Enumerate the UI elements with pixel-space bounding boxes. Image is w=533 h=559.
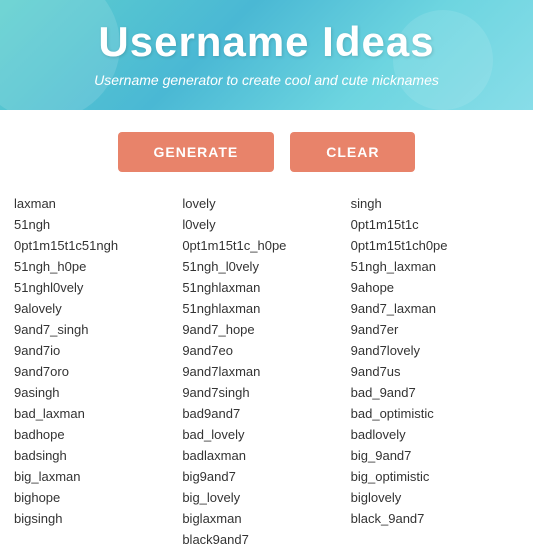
buttons-row: GENERATE CLEAR: [0, 110, 533, 190]
list-item[interactable]: 9and7eo: [182, 341, 350, 360]
list-item[interactable]: 9ahope: [351, 278, 519, 297]
list-item[interactable]: 9and7us: [351, 362, 519, 381]
list-item[interactable]: 9asingh: [14, 383, 182, 402]
list-item[interactable]: badlaxman: [182, 446, 350, 465]
list-item[interactable]: bad_laxman: [14, 404, 182, 423]
list-item[interactable]: bighope: [14, 488, 182, 507]
username-column-3: singh 0pt1m15t1c 0pt1m15t1ch0pe 51ngh_laxma…: [351, 194, 519, 549]
list-item[interactable]: big_9and7: [351, 446, 519, 465]
list-item[interactable]: bad_9and7: [351, 383, 519, 402]
list-item[interactable]: singh: [351, 194, 519, 213]
list-item[interactable]: black9and7: [182, 530, 350, 549]
list-item[interactable]: 9and7_laxman: [351, 299, 519, 318]
list-item[interactable]: 9and7oro: [14, 362, 182, 381]
list-item[interactable]: 9alovely: [14, 299, 182, 318]
list-item[interactable]: big_lovely: [182, 488, 350, 507]
list-item[interactable]: bad_optimistic: [351, 404, 519, 423]
list-item[interactable]: lovely: [182, 194, 350, 213]
list-item[interactable]: 9and7_hope: [182, 320, 350, 339]
list-item[interactable]: 51ngh: [14, 215, 182, 234]
username-column-1: laxman 51ngh 0pt1m15t1c51ngh 51ngh_h0pe 51ng…: [14, 194, 182, 549]
list-item[interactable]: badsingh: [14, 446, 182, 465]
list-item[interactable]: 9and7er: [351, 320, 519, 339]
list-item[interactable]: 51nghl0vely: [14, 278, 182, 297]
list-item[interactable]: 0pt1m15t1c_h0pe: [182, 236, 350, 255]
list-item[interactable]: biglovely: [351, 488, 519, 507]
list-item[interactable]: 51nghlaxman: [182, 299, 350, 318]
list-item[interactable]: 51ngh_l0vely: [182, 257, 350, 276]
list-item[interactable]: badhope: [14, 425, 182, 444]
list-item[interactable]: black_9and7: [351, 509, 519, 528]
page-title: Username Ideas: [20, 18, 513, 66]
clear-button[interactable]: CLEAR: [290, 132, 415, 172]
username-list-container: laxman51ngh0pt1m15t1c51ngh51ngh_h0pe51ng…: [0, 190, 533, 559]
list-item[interactable]: 9and7lovely: [351, 341, 519, 360]
list-item[interactable]: 9and7singh: [182, 383, 350, 402]
list-item[interactable]: 0pt1m15t1c51ngh: [14, 236, 182, 255]
list-item[interactable]: 9and7laxman: [182, 362, 350, 381]
list-item[interactable]: 51ngh_h0pe: [14, 257, 182, 276]
list-item[interactable]: 0pt1m15t1ch0pe: [351, 236, 519, 255]
list-item[interactable]: bigsingh: [14, 509, 182, 528]
list-item[interactable]: bad_lovely: [182, 425, 350, 444]
username-column-2: lovely l0vely 0pt1m15t1c_h0pe 51ngh_l0vely 5…: [182, 194, 350, 549]
list-item[interactable]: bad9and7: [182, 404, 350, 423]
header-subtitle: Username generator to create cool and cu…: [20, 72, 513, 88]
list-item[interactable]: laxman: [14, 194, 182, 213]
list-item[interactable]: big_laxman: [14, 467, 182, 486]
header: Username Ideas Username generator to cre…: [0, 0, 533, 110]
list-item[interactable]: l0vely: [182, 215, 350, 234]
list-item[interactable]: big_optimistic: [351, 467, 519, 486]
list-item[interactable]: biglaxman: [182, 509, 350, 528]
list-item[interactable]: 0pt1m15t1c: [351, 215, 519, 234]
list-item[interactable]: badlovely: [351, 425, 519, 444]
list-item[interactable]: 51ngh_laxman: [351, 257, 519, 276]
list-item[interactable]: 9and7io: [14, 341, 182, 360]
list-item[interactable]: 51nghlaxman: [182, 278, 350, 297]
generate-button[interactable]: GENERATE: [118, 132, 275, 172]
list-item[interactable]: 9and7_singh: [14, 320, 182, 339]
list-item[interactable]: big9and7: [182, 467, 350, 486]
